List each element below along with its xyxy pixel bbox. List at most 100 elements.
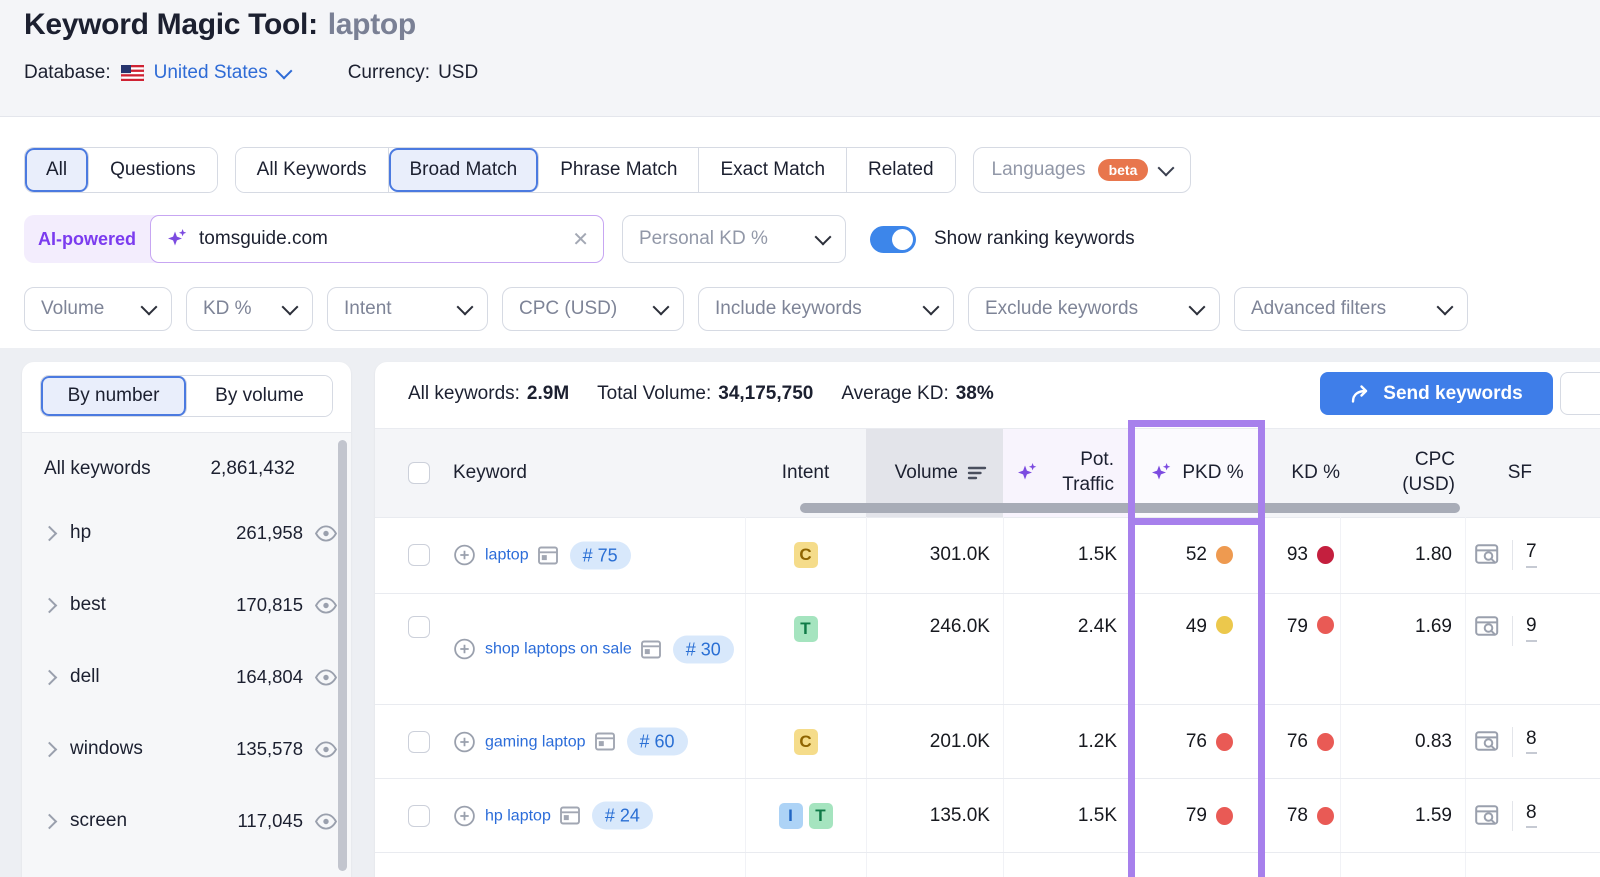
group-row-dell[interactable]: dell 164,804	[22, 641, 351, 713]
add-keyword-icon[interactable]	[453, 804, 476, 827]
kd-difficulty-dot	[1317, 732, 1334, 751]
eye-icon[interactable]	[313, 668, 339, 686]
clear-search-icon[interactable]: ✕	[572, 227, 589, 252]
keyword-magic-tool-page: Keyword Magic Tool: laptop Database: Unit…	[0, 0, 1600, 877]
scope-tabs: All Questions	[24, 147, 218, 193]
add-keyword-icon[interactable]	[453, 638, 476, 661]
serp-snapshot-icon[interactable]	[594, 732, 615, 751]
row-checkbox[interactable]	[408, 804, 430, 827]
all-keywords-row[interactable]: All keywords 2,861,432	[22, 441, 351, 497]
serp-snapshot-icon[interactable]	[559, 806, 580, 825]
keyword-link[interactable]: laptop	[485, 547, 529, 564]
cpc-filter[interactable]: CPC (USD)	[502, 287, 684, 331]
eye-icon[interactable]	[313, 812, 339, 830]
send-keywords-button[interactable]: Send keywords	[1320, 372, 1553, 415]
tab-exact-match[interactable]: Exact Match	[699, 148, 848, 192]
tab-phrase-match[interactable]: Phrase Match	[539, 148, 700, 192]
select-all-checkbox[interactable]	[408, 462, 430, 484]
serp-preview-icon[interactable]	[1475, 616, 1501, 638]
chevron-right-icon[interactable]	[41, 813, 58, 829]
ranking-position-badge[interactable]: # 24	[591, 801, 653, 830]
tab-by-volume[interactable]: By volume	[187, 376, 332, 416]
column-header-sf[interactable]: SF	[1475, 429, 1532, 517]
group-row-best[interactable]: best 170,815	[22, 569, 351, 641]
horizontal-scrollbar[interactable]	[800, 503, 1460, 513]
sf-count[interactable]: 8	[1526, 728, 1537, 755]
column-header-keyword[interactable]: Keyword	[453, 429, 527, 517]
add-keyword-icon[interactable]	[453, 544, 476, 567]
exclude-keywords-filter[interactable]: Exclude keywords	[968, 287, 1220, 331]
volume-value: 301.0K	[929, 544, 990, 565]
sidebar-scrollbar[interactable]	[338, 440, 347, 871]
group-sort-tabs: By number By volume	[40, 375, 333, 417]
pot-traffic-value: 1.5K	[1077, 804, 1117, 826]
row-checkbox[interactable]	[408, 544, 430, 566]
include-keywords-filter[interactable]: Include keywords	[698, 287, 954, 331]
row-checkbox[interactable]	[408, 730, 430, 753]
ranking-position-badge[interactable]: # 30	[672, 635, 734, 664]
tab-broad-match[interactable]: Broad Match	[388, 148, 540, 192]
total-volume-stat-label: Total Volume:	[597, 383, 712, 404]
serp-preview-icon[interactable]	[1475, 544, 1501, 566]
send-arrow-icon	[1350, 384, 1372, 404]
eye-icon[interactable]	[313, 524, 339, 542]
kd-value: 78	[1286, 804, 1308, 826]
chevron-right-icon[interactable]	[41, 741, 58, 757]
tab-all-keywords[interactable]: All Keywords	[235, 148, 389, 192]
ranking-position-badge[interactable]: # 75	[569, 541, 631, 570]
tab-by-number[interactable]: By number	[41, 376, 187, 416]
serp-preview-icon[interactable]	[1475, 730, 1501, 753]
chevron-right-icon[interactable]	[41, 525, 58, 541]
advanced-filters[interactable]: Advanced filters	[1234, 287, 1468, 331]
sf-count[interactable]: 7	[1526, 541, 1537, 568]
tab-related[interactable]: Related	[847, 148, 955, 192]
tab-all[interactable]: All	[25, 148, 90, 192]
main-content: By number By volume All keywords 2,861,4…	[0, 348, 1600, 877]
volume-value: 246.0K	[929, 616, 990, 637]
languages-dropdown[interactable]: Languages beta	[972, 147, 1192, 193]
intent-header-label: Intent	[781, 462, 830, 483]
serp-snapshot-icon[interactable]	[537, 546, 558, 565]
chevron-right-icon[interactable]	[41, 669, 58, 685]
match-type-tabs: All Keywords Broad Match Phrase Match Ex…	[234, 147, 956, 193]
pkd-value: 49	[1185, 616, 1207, 637]
chevron-right-icon[interactable]	[41, 597, 58, 613]
keyword-cell: laptop # 75	[453, 538, 755, 573]
keyword-cell: hp laptop # 24	[453, 798, 755, 833]
database-selector[interactable]: United States	[154, 62, 293, 84]
volume-filter[interactable]: Volume	[24, 287, 172, 331]
keywords-table-panel: All keywords: 2.9M Total Volume: 34,175,75…	[375, 362, 1600, 877]
show-ranking-keywords-toggle[interactable]	[870, 225, 916, 253]
group-row-hp[interactable]: hp 261,958	[22, 497, 351, 569]
keyword-link[interactable]: gaming laptop	[485, 733, 586, 750]
kd-filter[interactable]: KD %	[186, 287, 313, 331]
keyword-link[interactable]: hp laptop	[485, 807, 551, 824]
database-label: Database:	[24, 62, 111, 83]
keyword-groups-sidebar: By number By volume All keywords 2,861,4…	[22, 362, 351, 877]
tab-questions[interactable]: Questions	[89, 148, 217, 192]
summary-stats: All keywords: 2.9M Total Volume: 34,175,75…	[408, 372, 994, 416]
add-keyword-icon[interactable]	[453, 730, 476, 753]
group-row-screen[interactable]: screen 117,045	[22, 785, 351, 857]
intent-filter[interactable]: Intent	[327, 287, 488, 331]
keyword-link[interactable]: shop laptops on sale	[485, 641, 632, 658]
pot-traffic-header-line1: Pot.	[1080, 449, 1114, 471]
partially-visible-button[interactable]	[1560, 372, 1600, 415]
table-row-partial	[375, 853, 1600, 877]
serp-snapshot-icon[interactable]	[640, 640, 661, 659]
personal-kd-dropdown[interactable]: Personal KD %	[622, 215, 846, 263]
sf-count[interactable]: 8	[1526, 802, 1537, 829]
send-keywords-label: Send keywords	[1383, 382, 1523, 404]
all-keywords-stat-label: All keywords:	[408, 383, 520, 404]
exclude-keywords-label: Exclude keywords	[985, 298, 1139, 319]
row-checkbox[interactable]	[408, 616, 430, 638]
table-body: laptop # 75 C 301.0K 1.5K 52 93 1.80 7 s…	[375, 517, 1600, 877]
beta-badge: beta	[1097, 159, 1149, 181]
group-row-windows[interactable]: windows 135,578	[22, 713, 351, 785]
sf-count[interactable]: 9	[1526, 615, 1537, 642]
ranking-position-badge[interactable]: # 60	[626, 727, 688, 756]
eye-icon[interactable]	[313, 740, 339, 758]
eye-icon[interactable]	[313, 596, 339, 614]
keyword-search-input[interactable]: tomsguide.com ✕	[150, 215, 604, 263]
serp-preview-icon[interactable]	[1475, 804, 1501, 827]
